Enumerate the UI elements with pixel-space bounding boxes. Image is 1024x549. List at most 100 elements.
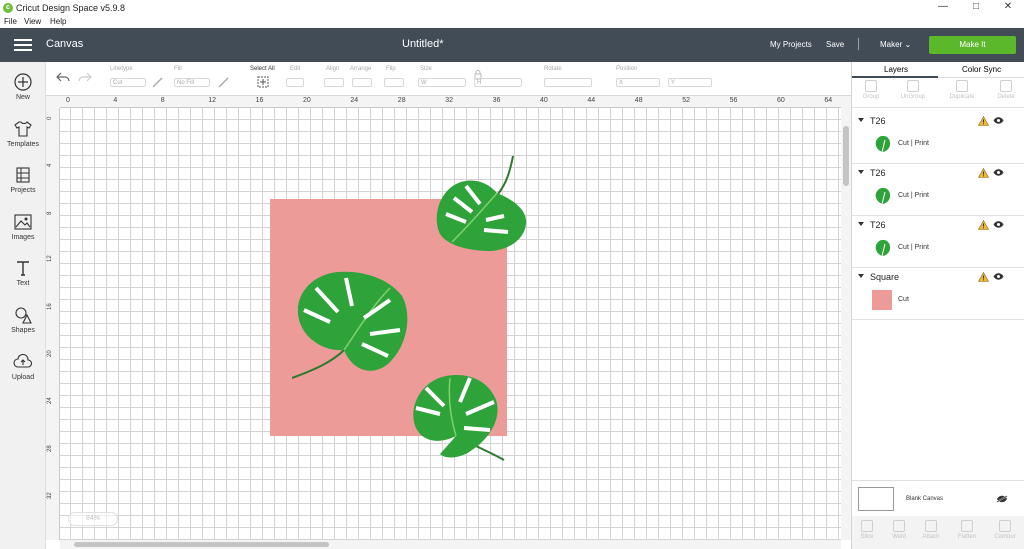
flatten-button[interactable]: Flatten — [952, 520, 982, 540]
ruler-top: 0 4 8 12 16 20 24 28 32 36 40 44 48 52 56 60 64 — [60, 96, 841, 108]
fill-label: Fill — [174, 66, 182, 72]
design-canvas[interactable] — [60, 108, 841, 540]
contour-label: Contour — [994, 534, 1016, 540]
vertical-scroll-thumb[interactable] — [843, 126, 849, 186]
rotate-input[interactable] — [544, 78, 592, 87]
layer-type: Cut | Print — [898, 192, 929, 199]
monstera-leaf-bottom[interactable] — [410, 374, 506, 466]
contour-icon — [999, 520, 1011, 532]
undo-icon[interactable] — [56, 71, 70, 83]
warning-icon[interactable] — [978, 220, 989, 230]
ruler-top-tick: 12 — [208, 97, 216, 104]
sidebar-item-images[interactable]: Images — [0, 212, 46, 241]
layer-item[interactable]: T26 Cut | Print — [852, 216, 1024, 268]
ruler-top-tick: 36 — [492, 97, 501, 104]
machine-select[interactable]: Maker ⌄ — [880, 40, 911, 49]
edit-icon[interactable] — [286, 78, 304, 87]
my-projects-button[interactable]: My Projects — [770, 40, 812, 49]
layers-panel: Layers Color Sync Group UnGroup Duplicat… — [851, 62, 1024, 549]
close-icon[interactable]: ✕ — [998, 1, 1018, 15]
linetype-select[interactable]: Cut — [110, 78, 146, 87]
trash-icon — [1000, 80, 1012, 92]
sidebar-item-projects[interactable]: Projects — [0, 165, 46, 194]
menu-view[interactable]: View — [24, 17, 41, 26]
arrange-label: Arrange — [350, 66, 372, 72]
text-t-icon — [17, 261, 29, 276]
canvas-vertical-scrollbar[interactable] — [841, 96, 851, 540]
sidebar-item-shapes[interactable]: Shapes — [0, 305, 46, 334]
layer-item[interactable]: T26 Cut | Print — [852, 112, 1024, 164]
sidebar-item-label: Shapes — [11, 327, 35, 334]
ruler-top-tick: 16 — [255, 97, 264, 104]
chevron-down-icon[interactable] — [858, 274, 864, 278]
eye-icon[interactable] — [993, 169, 1004, 176]
make-it-button[interactable]: Make It — [929, 36, 1016, 54]
horizontal-scroll-thumb[interactable] — [74, 542, 329, 547]
layer-thumbnail — [875, 187, 891, 205]
sidebar-item-text[interactable]: Text — [0, 258, 46, 287]
select-all-icon[interactable] — [257, 76, 269, 88]
size-height-input[interactable]: H — [474, 78, 522, 87]
chevron-down-icon[interactable] — [858, 118, 864, 122]
zoom-control[interactable]: 84% — [68, 512, 118, 526]
menu-help[interactable]: Help — [50, 17, 66, 26]
group-button[interactable]: Group — [856, 80, 886, 100]
eye-icon[interactable] — [993, 221, 1004, 228]
monstera-leaf-middle[interactable] — [292, 270, 410, 382]
sidebar-item-new[interactable]: New — [0, 72, 46, 101]
rotate-label: Rotate — [544, 66, 562, 72]
attach-button[interactable]: Attach — [916, 520, 946, 540]
sidebar-item-label: Upload — [11, 374, 35, 381]
delete-button[interactable]: Delete — [991, 80, 1021, 100]
ruler-top-tick: 32 — [445, 97, 453, 104]
ungroup-button[interactable]: UnGroup — [898, 80, 928, 100]
blank-canvas-swatch[interactable] — [858, 487, 894, 511]
duplicate-button[interactable]: Duplicate — [947, 80, 977, 100]
ruler-top-tick: 52 — [682, 97, 690, 104]
warning-icon[interactable] — [978, 116, 989, 126]
position-x-input[interactable]: X — [616, 78, 660, 87]
eye-slash-icon[interactable] — [996, 495, 1008, 503]
hamburger-menu-icon[interactable] — [14, 39, 32, 51]
eye-icon[interactable] — [993, 273, 1004, 280]
position-label: Position — [616, 66, 638, 72]
ruler-left-tick: 4 — [47, 164, 53, 168]
tab-layers[interactable]: Layers — [884, 65, 908, 74]
layer-item[interactable]: T26 Cut | Print — [852, 164, 1024, 216]
arrange-icon[interactable] — [352, 78, 372, 87]
canvas-horizontal-scrollbar[interactable] — [60, 540, 841, 549]
warning-icon[interactable] — [978, 168, 989, 178]
eye-icon[interactable] — [993, 117, 1004, 124]
slice-button[interactable]: Slice — [852, 520, 882, 540]
menu-file[interactable]: File — [4, 17, 17, 26]
edit-toolbar: Linetype Cut Fill No Fill Select All Edi… — [46, 62, 851, 96]
ruler-top-tick: 56 — [729, 97, 738, 104]
sidebar-item-upload[interactable]: Upload — [0, 352, 46, 381]
position-y-input[interactable]: Y — [668, 78, 712, 87]
maximize-icon[interactable]: □ — [966, 1, 986, 15]
minimize-icon[interactable]: — — [933, 1, 953, 15]
document-title: Untitled* — [402, 38, 444, 50]
monstera-leaf-top[interactable] — [434, 156, 528, 256]
layer-thumbnail — [872, 290, 892, 310]
fill-pen-icon[interactable] — [218, 76, 230, 88]
attach-label: Attach — [922, 534, 940, 540]
layer-item[interactable]: Square Cut — [852, 268, 1024, 320]
chevron-down-icon[interactable] — [858, 170, 864, 174]
contour-button[interactable]: Contour — [990, 520, 1020, 540]
pen-icon[interactable] — [152, 76, 164, 88]
ruler-left-tick: 0 — [47, 116, 53, 120]
layer-name: Square — [870, 272, 900, 282]
chevron-down-icon[interactable] — [858, 222, 864, 226]
save-button[interactable]: Save — [826, 40, 844, 49]
size-width-input[interactable]: W — [418, 78, 466, 87]
blank-canvas-row[interactable]: Blank Canvas — [852, 480, 1024, 516]
weld-button[interactable]: Weld — [884, 520, 914, 540]
redo-icon[interactable] — [78, 71, 92, 83]
fill-select[interactable]: No Fill — [174, 78, 210, 87]
sidebar-item-templates[interactable]: Templates — [0, 119, 46, 148]
tab-color-sync[interactable]: Color Sync — [962, 65, 1001, 74]
warning-icon[interactable] — [978, 272, 989, 282]
flip-icon[interactable] — [384, 78, 404, 87]
align-icon[interactable] — [324, 78, 344, 87]
